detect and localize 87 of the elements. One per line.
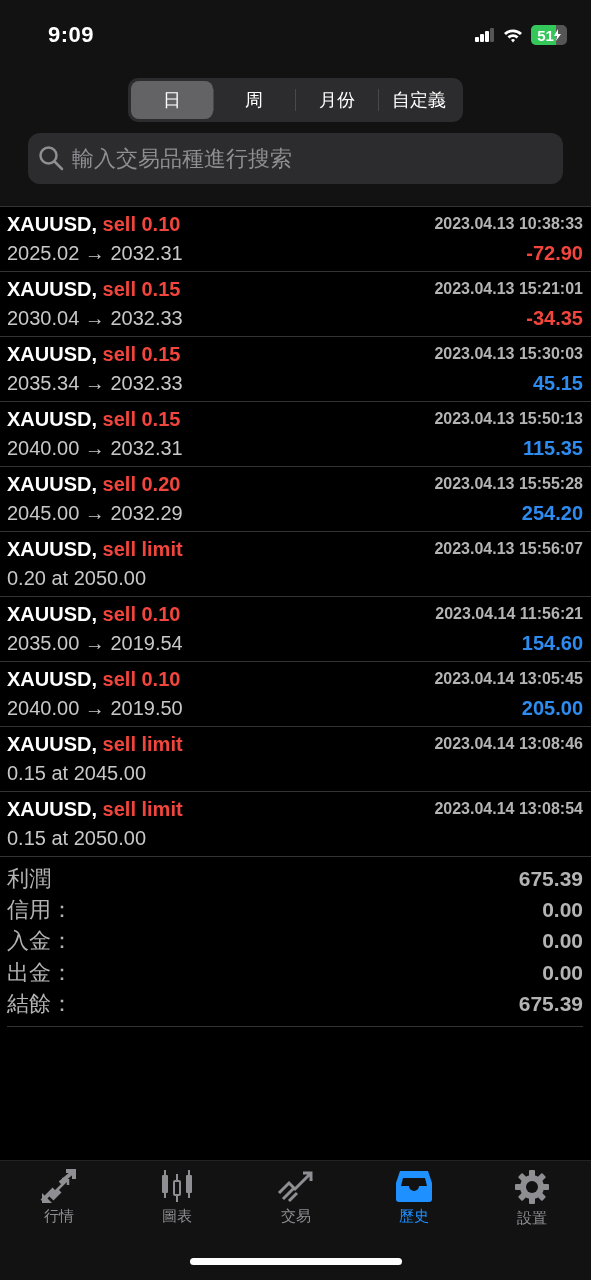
order-row[interactable]: XAUUSD, sell 0.10 2023.04.14 11:56:21 2035.00 → 2019.54 154.60 bbox=[0, 597, 591, 662]
wifi-icon bbox=[503, 27, 523, 43]
order-time: 2023.04.14 11:56:21 bbox=[435, 604, 583, 624]
summary-label: 利潤 bbox=[7, 865, 51, 893]
symbol-label: XAUUSD, bbox=[7, 603, 97, 625]
symbol-label: XAUUSD, bbox=[7, 668, 97, 690]
order-type: sell 0.10 bbox=[102, 603, 181, 625]
order-type: sell 0.15 bbox=[102, 278, 181, 300]
tab-bar-item[interactable]: 設置 bbox=[472, 1169, 591, 1228]
summary-label: 結餘： bbox=[7, 989, 73, 1018]
tab-bar-item[interactable]: 歷史 bbox=[354, 1169, 473, 1228]
summary-value: 0.00 bbox=[542, 959, 583, 986]
order-row[interactable]: XAUUSD, sell 0.15 2023.04.13 15:21:01 2030.04 → 2032.33 -34.35 bbox=[0, 272, 591, 337]
order-row[interactable]: XAUUSD, sell 0.10 2023.04.13 10:38:33 2025.02 → 2032.31 -72.90 bbox=[0, 207, 591, 272]
symbol-label: XAUUSD, bbox=[7, 343, 97, 365]
profit-value: 205.00 bbox=[520, 695, 583, 721]
inbox-icon bbox=[394, 1169, 433, 1203]
symbol-label: XAUUSD, bbox=[7, 278, 97, 300]
search-icon bbox=[38, 145, 64, 171]
order-time: 2023.04.13 15:30:03 bbox=[434, 344, 583, 364]
profit-value: 254.20 bbox=[520, 500, 583, 526]
order-row[interactable]: XAUUSD, sell limit 2023.04.14 13:08:46 0.15 at 2045.00 bbox=[0, 727, 591, 792]
price-detail: 2040.00 → 2032.31 bbox=[7, 435, 184, 461]
tab-bar-item[interactable]: 行情 bbox=[0, 1169, 119, 1228]
price-detail: 2035.00 → 2019.54 bbox=[7, 630, 184, 656]
summary-label: 入金： bbox=[7, 927, 73, 956]
order-row[interactable]: XAUUSD, sell limit 2023.04.13 15:56:07 0.20 at 2050.00 bbox=[0, 532, 591, 597]
arrows-icon bbox=[40, 1169, 79, 1203]
order-type: sell 0.15 bbox=[102, 408, 181, 430]
order-row[interactable]: XAUUSD, sell limit 2023.04.14 13:08:54 0.15 at 2050.00 bbox=[0, 792, 591, 857]
symbol-label: XAUUSD, bbox=[7, 733, 97, 755]
order-row[interactable]: XAUUSD, sell 0.15 2023.04.13 15:50:13 2040.00 → 2032.31 115.35 bbox=[0, 402, 591, 467]
summary-value: 0.00 bbox=[542, 928, 583, 955]
order-row[interactable]: XAUUSD, sell 0.20 2023.04.13 15:55:28 2045.00 → 2032.29 254.20 bbox=[0, 467, 591, 532]
order-type: sell 0.10 bbox=[102, 213, 181, 235]
order-type: sell limit bbox=[102, 733, 183, 755]
order-time: 2023.04.13 15:55:28 bbox=[434, 474, 583, 494]
order-type: sell limit bbox=[102, 798, 183, 820]
price-detail: 2040.00 → 2019.50 bbox=[7, 695, 184, 721]
profit-value: 45.15 bbox=[531, 370, 583, 396]
profit-value: -72.90 bbox=[525, 240, 583, 266]
price-detail: 0.15 at 2050.00 bbox=[7, 825, 147, 851]
symbol-label: XAUUSD, bbox=[7, 473, 97, 495]
tab-bar-item[interactable]: 交易 bbox=[236, 1169, 355, 1228]
order-time: 2023.04.14 13:08:46 bbox=[434, 734, 583, 754]
symbol-label: XAUUSD, bbox=[7, 538, 97, 560]
order-type: sell limit bbox=[102, 538, 183, 560]
price-detail: 0.15 at 2045.00 bbox=[7, 760, 147, 786]
order-time: 2023.04.13 15:50:13 bbox=[434, 409, 583, 429]
order-type: sell 0.20 bbox=[102, 473, 181, 495]
summary-label: 出金： bbox=[7, 958, 73, 987]
price-detail: 2030.04 → 2032.33 bbox=[7, 305, 184, 331]
tab-bar-item[interactable]: 圖表 bbox=[118, 1169, 237, 1228]
order-time: 2023.04.13 15:21:01 bbox=[434, 279, 583, 299]
order-row[interactable]: XAUUSD, sell 0.10 2023.04.14 13:05:45 2040.00 → 2019.50 205.00 bbox=[0, 662, 591, 727]
profit-value: 154.60 bbox=[520, 630, 583, 656]
symbol-label: XAUUSD, bbox=[7, 798, 97, 820]
order-row[interactable]: XAUUSD, sell 0.15 2023.04.13 15:30:03 2035.34 → 2032.33 45.15 bbox=[0, 337, 591, 402]
settings-icon bbox=[513, 1169, 550, 1205]
symbol-label: XAUUSD, bbox=[7, 213, 97, 235]
order-type: sell 0.15 bbox=[102, 343, 181, 365]
period-tab[interactable]: 周 bbox=[213, 81, 295, 119]
order-time: 2023.04.13 15:56:07 bbox=[434, 539, 583, 559]
home-indicator[interactable] bbox=[189, 1258, 402, 1265]
order-time: 2023.04.14 13:08:54 bbox=[434, 799, 583, 819]
period-tab[interactable]: 日 bbox=[131, 81, 213, 119]
battery-icon: 51 bbox=[531, 25, 567, 45]
price-detail: 2045.00 → 2032.29 bbox=[7, 500, 184, 526]
summary-value: 675.39 bbox=[518, 990, 583, 1017]
price-detail: 0.20 at 2050.00 bbox=[7, 565, 147, 591]
profit-value: 115.35 bbox=[521, 435, 583, 461]
order-time: 2023.04.13 10:38:33 bbox=[434, 214, 583, 234]
signal-icon bbox=[475, 28, 495, 42]
period-tab[interactable]: 自定義 bbox=[378, 81, 460, 119]
trend-icon bbox=[276, 1169, 315, 1203]
price-detail: 2025.02 → 2032.31 bbox=[7, 240, 184, 266]
profit-value: -34.35 bbox=[525, 305, 583, 331]
summary-value: 675.39 bbox=[518, 866, 583, 892]
summary-value: 0.00 bbox=[542, 897, 583, 924]
price-detail: 2035.34 → 2032.33 bbox=[7, 370, 184, 396]
order-type: sell 0.10 bbox=[102, 668, 181, 690]
symbol-label: XAUUSD, bbox=[7, 408, 97, 430]
clock-time: 9:09 bbox=[48, 22, 96, 48]
search-field[interactable]: 輸入交易品種進行搜索 bbox=[28, 133, 563, 184]
order-time: 2023.04.14 13:05:45 bbox=[434, 669, 583, 689]
period-tab[interactable]: 月份 bbox=[296, 81, 378, 119]
summary-label: 信用： bbox=[7, 896, 73, 925]
